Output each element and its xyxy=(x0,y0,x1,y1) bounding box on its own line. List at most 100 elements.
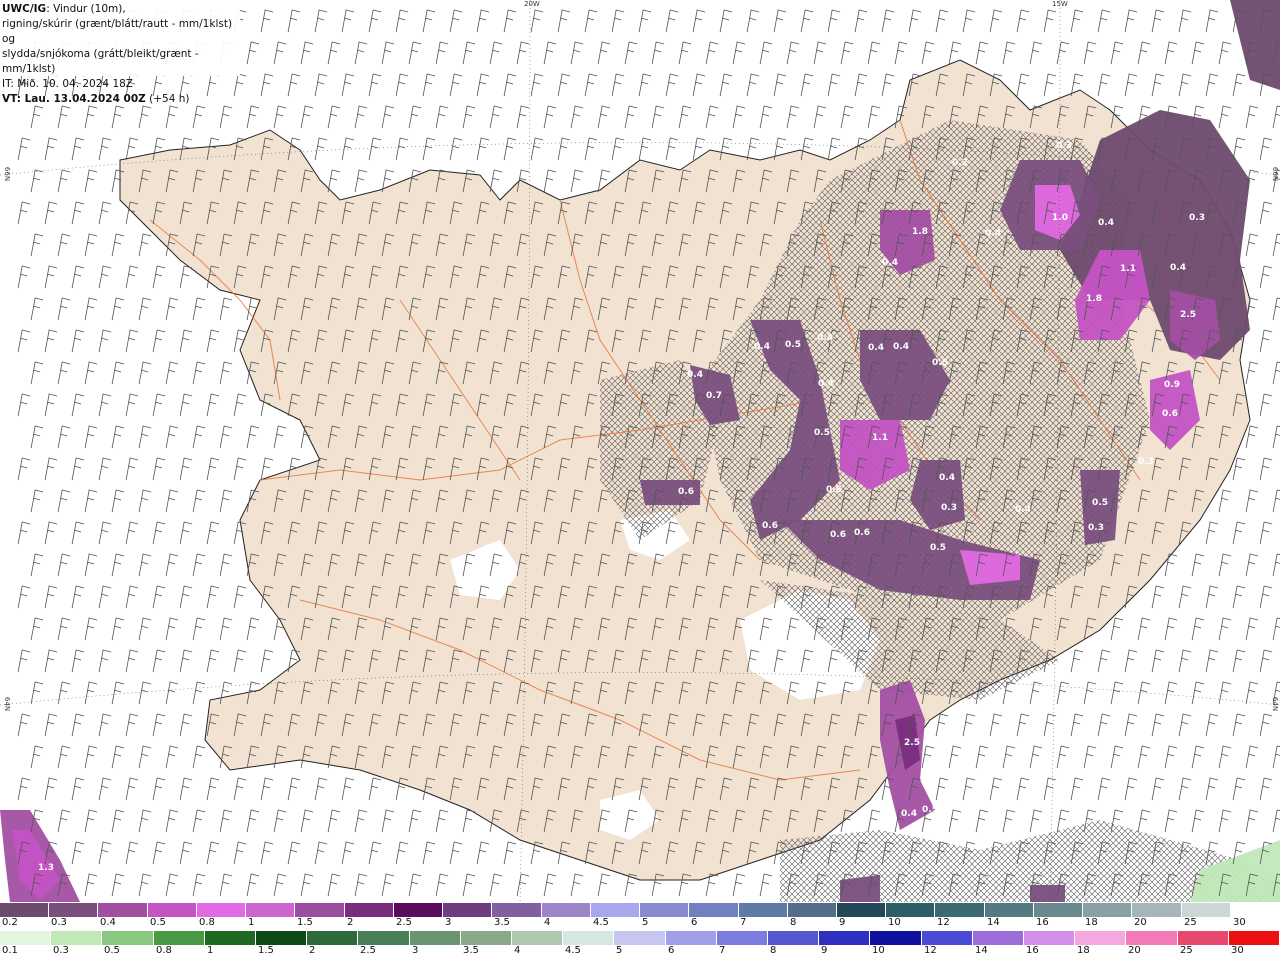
title-line3: slydda/snjókoma (grátt/bleikt/grænt - mm… xyxy=(2,48,199,75)
legend-rain-swatch xyxy=(665,931,717,945)
precip-value-label: 0.9 xyxy=(1164,380,1180,390)
legend-rain-labels: 0.1 0.3 0.5 0.8 1 1.5 2 2.5 3 3.5 4 4.5 5 6 7 8 9 10 12 14 1… xyxy=(0,945,1280,959)
legend-rain-label: 3.5 xyxy=(463,945,479,956)
legend-rain-label: 16 xyxy=(1026,945,1039,956)
precip-value-label: 0.4 xyxy=(687,370,703,380)
precip-value-label: 0.5 xyxy=(930,543,946,553)
legend-snow-label: 7 xyxy=(740,917,747,928)
legend-rain-swatch xyxy=(307,931,359,945)
precip-value-label: 1.1 xyxy=(872,433,888,443)
legend-snow-swatch xyxy=(640,903,690,917)
precip-value-label: 0.4 xyxy=(939,473,955,483)
legend-rain-swatch xyxy=(460,931,513,945)
legend-snow-label: 2 xyxy=(347,917,354,928)
precip-value-label: 0.3 xyxy=(1189,213,1205,223)
legend-rain-label: 18 xyxy=(1077,945,1090,956)
precip-value-label: 0.5 xyxy=(1092,498,1108,508)
legend-rain-label: 0.8 xyxy=(156,945,172,956)
precip-value-label: 0.4 xyxy=(1015,505,1031,515)
legend-snow-label: 30 xyxy=(1233,917,1246,928)
legend-snow-swatch xyxy=(393,903,444,917)
precip-value-label: 0.6 xyxy=(1162,409,1178,419)
legend-snow-swatch xyxy=(787,903,837,917)
legend-snow-label: 18 xyxy=(1085,917,1098,928)
legend-snow-swatch xyxy=(984,903,1034,917)
legend-rain-swatch xyxy=(768,931,820,945)
title-line4: IT: Mið. 10. 04. 2024 18Z xyxy=(2,78,133,90)
legend-rain-label: 0.3 xyxy=(53,945,69,956)
lat-label-64n-right: 64N xyxy=(1271,696,1280,712)
precip-value-label: 0.3 xyxy=(941,503,957,513)
legend-rain-swatch xyxy=(102,931,154,945)
weather-map: 0.3 0.2 1.0 0.4 0.3 0.4 1.8 0.4 1.1 0.4 1.8 2.5 0.4 0… xyxy=(0,0,1280,902)
legend-snow-swatch xyxy=(1132,903,1182,917)
precip-value-label: 0.4 xyxy=(901,809,917,819)
legend-rain-swatch xyxy=(51,931,103,945)
legend-snow-label: 12 xyxy=(937,917,950,928)
precip-value-label: 1.8 xyxy=(1086,294,1102,304)
legend-rain-label: 2 xyxy=(309,945,316,956)
legend-snow-label: 4.5 xyxy=(593,917,609,928)
legend-snow-label: 0.4 xyxy=(100,917,116,928)
legend-snow-label: 1 xyxy=(248,917,255,928)
precip-value-label: 0.4 xyxy=(985,229,1001,239)
legend-snow-swatch xyxy=(689,903,739,917)
legend-snow: 0.2 0.3 0.4 0.5 0.8 1 1.5 2 2.5 3 3.5 4 4.5 5 6 7 8 9 10 12… xyxy=(0,903,1280,933)
legend-snow-swatch xyxy=(492,903,542,917)
precip-value-label: 0.7 xyxy=(706,391,722,401)
legend-snow-label: 10 xyxy=(888,917,901,928)
lon-label-15w: 15W xyxy=(1052,0,1068,8)
precip-value-label: 0.6 xyxy=(762,521,778,531)
precip-value-label: 0.6 xyxy=(678,487,694,497)
precip-value-label: 0.4 xyxy=(1170,263,1186,273)
legend-snow-swatch xyxy=(935,903,985,917)
legend-snow-label: 4 xyxy=(544,917,551,928)
legend-rain-label: 4 xyxy=(514,945,521,956)
legend-snow-swatch xyxy=(443,903,493,917)
legend-snow-label: 8 xyxy=(790,917,797,928)
legend-snow-label: 9 xyxy=(839,917,846,928)
precip-value-label: 0.5 xyxy=(932,358,948,368)
legend-snow-swatch xyxy=(1181,903,1231,917)
legend-rain-label: 14 xyxy=(975,945,988,956)
legend-rain-label: 30 xyxy=(1231,945,1244,956)
legend-snow-swatch xyxy=(295,903,345,917)
legend-snow-label: 0.5 xyxy=(150,917,166,928)
legend-snow-swatch xyxy=(98,903,148,917)
precip-value-label: 0.4 xyxy=(817,333,833,343)
legend-snow-swatch xyxy=(196,903,247,917)
legend-snow-labels: 0.2 0.3 0.4 0.5 0.8 1 1.5 2 2.5 3 3.5 4 4.5 5 6 7 8 9 10 12… xyxy=(0,917,1280,931)
precip-value-label: 0.4 xyxy=(882,258,898,268)
legend-rain-swatch xyxy=(358,931,410,945)
legend-snow-swatch xyxy=(836,903,887,917)
title-line5-rest: (+54 h) xyxy=(145,93,190,105)
precip-value-label: 0.6 xyxy=(854,528,870,538)
legend-snow-label: 0.8 xyxy=(199,917,215,928)
legend-rain-label: 5 xyxy=(616,945,623,956)
legend-rain-swatch xyxy=(0,931,52,945)
precip-value-label: 0.3 xyxy=(1056,141,1072,151)
legend-snow-swatch xyxy=(0,903,50,917)
legend-rain-swatch xyxy=(716,931,769,945)
legend-rain-swatch xyxy=(563,931,615,945)
legend-snow-swatch xyxy=(246,903,296,917)
precip-value-label: 0.4 xyxy=(1098,218,1114,228)
precip-value-label: 1.1 xyxy=(1120,264,1136,274)
legend-snow-label: 14 xyxy=(987,917,1000,928)
legend-snow-swatch xyxy=(1083,903,1133,917)
legend-rain-swatch xyxy=(1228,931,1280,945)
precip-value-label: 0.5 xyxy=(922,805,938,815)
precip-value-label: 2.5 xyxy=(904,738,920,748)
legend-rain-swatches xyxy=(0,931,1280,945)
precip-value-label: 0.4 xyxy=(754,342,770,352)
precip-value-label: 0.3 xyxy=(1138,457,1154,467)
title-line2: rigning/skúrir (grænt/blátt/rautt - mm/1… xyxy=(2,18,233,45)
legend-rain-swatch xyxy=(409,931,461,945)
legend-rain-swatch xyxy=(256,931,308,945)
legend-rain-label: 8 xyxy=(770,945,777,956)
legend-rain-swatch xyxy=(614,931,666,945)
legend-snow-label: 2.5 xyxy=(396,917,412,928)
legend-snow-swatch xyxy=(541,903,591,917)
precip-value-label: 0.3 xyxy=(1088,523,1104,533)
legend-snow-swatches xyxy=(0,903,1280,917)
